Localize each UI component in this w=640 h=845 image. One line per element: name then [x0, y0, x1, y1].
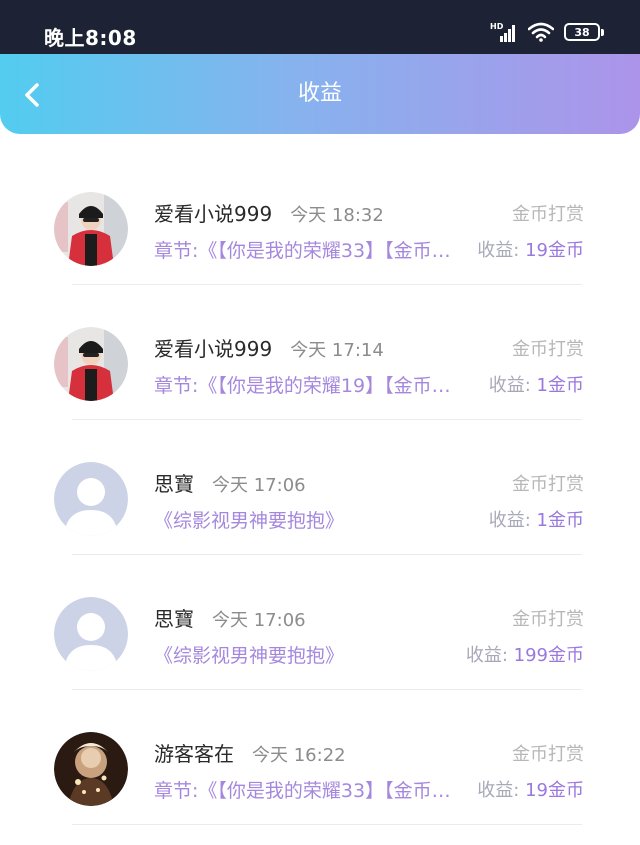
user-name[interactable]: 爱看小说999	[154, 333, 272, 362]
income-amount: 收益: 19金币	[477, 776, 584, 802]
back-button[interactable]	[14, 76, 52, 114]
wifi-icon	[528, 22, 554, 42]
income-list: 爱看小说999 今天 18:32 金币打赏 章节:《【你是我的荣耀33】【金币打…	[0, 150, 640, 825]
record-detail[interactable]: 章节:《【你是我的荣耀33】【金币打赏】》	[154, 776, 466, 803]
status-icons: HD 38	[490, 22, 604, 42]
name-line: 思寶 今天 17:06	[154, 603, 306, 632]
income-label: 收益:	[477, 780, 520, 801]
record-detail[interactable]: 《综影视男神要抱抱》	[154, 506, 466, 533]
status-bar: 晚上8:08 HD 38	[0, 0, 640, 60]
signal-hd-label: HD	[490, 22, 504, 31]
list-item[interactable]: 游客客在 今天 16:22 金币打赏 章节:《【你是我的荣耀33】【金币打赏】》…	[0, 690, 640, 825]
name-line: 游客客在 今天 16:22	[154, 738, 346, 767]
default-user-icon	[54, 597, 128, 671]
avatar[interactable]	[54, 192, 128, 266]
income-amount: 收益: 1金币	[489, 371, 584, 397]
list-item[interactable]: 爱看小说999 今天 18:32 金币打赏 章节:《【你是我的荣耀33】【金币打…	[0, 150, 640, 285]
record-type: 金币打赏	[512, 609, 584, 630]
income-label: 收益:	[477, 240, 520, 261]
income-label: 收益:	[465, 645, 508, 666]
record-type: 金币打赏	[512, 744, 584, 765]
battery-level: 38	[574, 25, 590, 39]
income-value: 1金币	[536, 375, 584, 396]
record-time: 今天 17:06	[212, 610, 306, 631]
record-type: 金币打赏	[512, 474, 584, 495]
record-detail[interactable]: 章节:《【你是我的荣耀19】【金币打赏】》	[154, 371, 466, 398]
record-detail[interactable]: 《综影视男神要抱抱》	[154, 641, 466, 668]
name-line: 思寶 今天 17:06	[154, 468, 306, 497]
divider	[72, 824, 582, 825]
user-photo-icon	[54, 327, 128, 401]
income-amount: 收益: 199金币	[466, 641, 584, 667]
user-name[interactable]: 爱看小说999	[154, 198, 272, 227]
status-time: 晚上8:08	[44, 26, 137, 50]
record-time: 今天 17:14	[290, 340, 384, 361]
record-type: 金币打赏	[512, 339, 584, 360]
name-line: 爱看小说999 今天 18:32	[154, 198, 384, 227]
user-photo-icon	[54, 732, 128, 806]
app-header: 收益	[0, 54, 640, 134]
signal-icon: HD	[490, 22, 518, 42]
name-line: 爱看小说999 今天 17:14	[154, 333, 384, 362]
list-item[interactable]: 思寶 今天 17:06 金币打赏 《综影视男神要抱抱》 收益: 199金币	[0, 555, 640, 690]
income-value: 199金币	[513, 645, 584, 666]
record-time: 今天 18:32	[290, 205, 384, 226]
income-label: 收益:	[488, 375, 531, 396]
page-title: 收益	[297, 81, 342, 106]
income-value: 19金币	[525, 240, 584, 261]
user-photo-icon	[54, 192, 128, 266]
user-name[interactable]: 思寶	[154, 603, 194, 632]
battery-icon: 38	[564, 23, 604, 41]
record-time: 今天 17:06	[212, 475, 306, 496]
list-item[interactable]: 爱看小说999 今天 17:14 金币打赏 章节:《【你是我的荣耀19】【金币打…	[0, 285, 640, 420]
user-name[interactable]: 思寶	[154, 468, 194, 497]
chevron-left-icon	[25, 83, 39, 107]
list-item[interactable]: 思寶 今天 17:06 金币打赏 《综影视男神要抱抱》 收益: 1金币	[0, 420, 640, 555]
record-detail[interactable]: 章节:《【你是我的荣耀33】【金币打赏】》	[154, 236, 466, 263]
income-amount: 收益: 1金币	[489, 506, 584, 532]
income-label: 收益:	[488, 510, 531, 531]
record-time: 今天 16:22	[252, 745, 346, 766]
default-user-icon	[54, 462, 128, 536]
record-type: 金币打赏	[512, 204, 584, 225]
avatar[interactable]	[54, 462, 128, 536]
avatar[interactable]	[54, 732, 128, 806]
avatar[interactable]	[54, 327, 128, 401]
income-value: 19金币	[525, 780, 584, 801]
income-value: 1金币	[536, 510, 584, 531]
user-name[interactable]: 游客客在	[154, 738, 234, 767]
avatar[interactable]	[54, 597, 128, 671]
income-amount: 收益: 19金币	[477, 236, 584, 262]
